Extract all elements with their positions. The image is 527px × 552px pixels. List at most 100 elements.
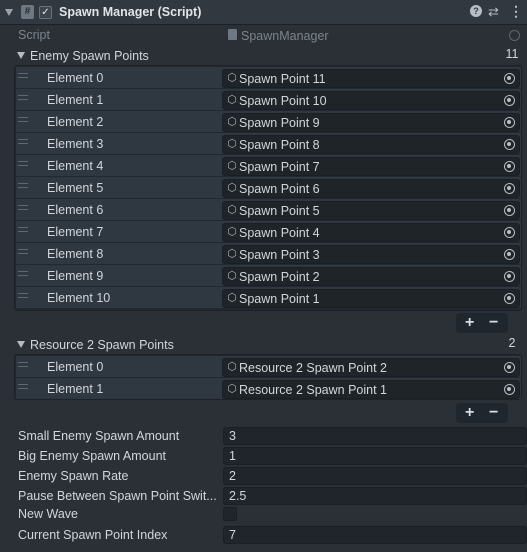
object-picker-icon[interactable]	[504, 249, 515, 260]
object-picker-icon[interactable]	[504, 73, 515, 84]
enemy-spawn-point-element-label: Element 9	[47, 269, 104, 283]
gameobject-cube-icon: ⬡	[227, 226, 237, 238]
gameobject-cube-icon: ⬡	[227, 383, 237, 395]
foldout-triangle-icon[interactable]	[17, 52, 25, 59]
resource2-spawn-point-element-label: Element 1	[47, 382, 104, 396]
enemy-spawn-point-element-label: Element 7	[47, 225, 104, 239]
drag-handle-icon[interactable]	[18, 271, 28, 276]
small-enemy-spawn-amount-label: Small Enemy Spawn Amount	[18, 429, 180, 443]
object-picker-icon[interactable]	[504, 293, 515, 304]
add-button[interactable]: +	[465, 404, 474, 422]
drag-handle-icon[interactable]	[18, 293, 28, 298]
new-wave-checkbox[interactable]	[223, 507, 237, 521]
enemy-spawn-point-object-field[interactable]: ⬡ Spawn Point 11	[222, 69, 520, 88]
enemy-spawn-point-element-label: Element 2	[47, 115, 104, 129]
drag-handle-icon[interactable]	[18, 161, 28, 166]
enemy-spawn-point-object-value: Spawn Point 1	[239, 292, 320, 306]
big-enemy-spawn-amount-value: 1	[229, 449, 236, 463]
script-file-icon	[228, 29, 237, 40]
object-picker-icon	[509, 30, 520, 41]
drag-handle-icon[interactable]	[18, 362, 28, 367]
object-picker-icon[interactable]	[504, 362, 515, 373]
enemy-spawn-rate-field[interactable]: 2	[223, 467, 527, 485]
object-picker-icon[interactable]	[504, 139, 515, 150]
resource2-spawn-point-object-value: Resource 2 Spawn Point 1	[239, 383, 388, 397]
enemy-spawn-point-element-label: Element 6	[47, 203, 104, 217]
foldout-triangle-icon[interactable]	[17, 341, 25, 348]
drag-handle-icon[interactable]	[18, 139, 28, 144]
drag-handle-icon[interactable]	[18, 73, 28, 78]
drag-handle-icon[interactable]	[18, 117, 28, 122]
enemy-spawn-point-object-field[interactable]: ⬡ Spawn Point 8	[222, 135, 520, 154]
enemy-spawn-point-object-value: Spawn Point 2	[239, 270, 320, 284]
enemy-spawn-point-object-field[interactable]: ⬡ Spawn Point 9	[222, 113, 520, 132]
component-title: Spawn Manager (Script)	[59, 5, 202, 19]
drag-handle-icon[interactable]	[18, 95, 28, 100]
object-picker-icon[interactable]	[504, 183, 515, 194]
expand-arrow-icon[interactable]	[5, 9, 13, 16]
drag-handle-icon[interactable]	[18, 227, 28, 232]
object-picker-icon[interactable]	[504, 205, 515, 216]
preset-sliders-icon[interactable]: ⇄	[488, 4, 499, 20]
enemy-spawn-point-object-value: Spawn Point 6	[239, 182, 320, 196]
enemy-spawn-point-object-field[interactable]: ⬡ Spawn Point 7	[222, 157, 520, 176]
current-spawn-point-index-field[interactable]: 7	[223, 526, 527, 544]
gameobject-cube-icon: ⬡	[227, 94, 237, 106]
enemy-spawn-point-object-value: Spawn Point 11	[239, 72, 326, 86]
drag-handle-icon[interactable]	[18, 205, 28, 210]
drag-handle-icon[interactable]	[18, 249, 28, 254]
object-picker-icon[interactable]	[504, 161, 515, 172]
enabled-checkbox-icon[interactable]: ✓	[39, 6, 52, 19]
enemy-spawn-points-count[interactable]: 11	[500, 47, 524, 64]
enemy-spawn-point-object-field[interactable]: ⬡ Spawn Point 1	[222, 289, 520, 308]
object-picker-icon[interactable]	[504, 227, 515, 238]
component-header[interactable]: # ✓ Spawn Manager (Script) ? ⇄ ⋮	[0, 0, 527, 25]
script-value: SpawnManager	[241, 29, 329, 43]
enemy-spawn-point-element-label: Element 10	[47, 291, 111, 305]
drag-handle-icon[interactable]	[18, 183, 28, 188]
add-button[interactable]: +	[465, 314, 474, 332]
script-label: Script	[18, 28, 50, 42]
object-picker-icon[interactable]	[504, 117, 515, 128]
enemy-spawn-rate-label: Enemy Spawn Rate	[18, 469, 129, 483]
help-icon[interactable]: ?	[470, 5, 482, 17]
small-enemy-spawn-amount-value: 3	[229, 429, 236, 443]
current-spawn-point-index-value: 7	[229, 528, 236, 542]
pause-between-spawn-point-field[interactable]: 2.5	[223, 487, 527, 505]
resource2-spawn-points-count[interactable]: 2	[500, 336, 524, 353]
resource2-spawn-point-element-label: Element 0	[47, 360, 104, 374]
enemy-spawn-point-object-field[interactable]: ⬡ Spawn Point 3	[222, 245, 520, 264]
pause-between-spawn-point-label: Pause Between Spawn Point Swit...	[18, 489, 217, 503]
script-file-icon: #	[21, 5, 34, 19]
script-field: SpawnManager	[223, 27, 527, 44]
remove-button[interactable]: −	[489, 314, 498, 332]
remove-button[interactable]: −	[489, 404, 498, 422]
enemy-spawn-point-object-value: Spawn Point 7	[239, 160, 320, 174]
drag-handle-icon[interactable]	[18, 384, 28, 389]
enemy-spawn-point-object-field[interactable]: ⬡ Spawn Point 2	[222, 267, 520, 286]
kebab-menu-icon[interactable]: ⋮	[509, 3, 523, 20]
enemy-spawn-point-element-label: Element 4	[47, 159, 104, 173]
enemy-spawn-point-object-field[interactable]: ⬡ Spawn Point 5	[222, 201, 520, 220]
resource2-spawn-point-object-field[interactable]: ⬡ Resource 2 Spawn Point 1	[222, 380, 520, 399]
enemy-spawn-points-label[interactable]: Enemy Spawn Points	[30, 48, 149, 64]
object-picker-icon[interactable]	[504, 384, 515, 395]
enemy-spawn-point-object-value: Spawn Point 10	[239, 94, 327, 108]
enemy-list-add-remove: + −	[456, 313, 508, 333]
enemy-spawn-point-element-label: Element 5	[47, 181, 104, 195]
enemy-spawn-point-object-field[interactable]: ⬡ Spawn Point 10	[222, 91, 520, 110]
enemy-spawn-point-object-field[interactable]: ⬡ Spawn Point 4	[222, 223, 520, 242]
object-picker-icon[interactable]	[504, 271, 515, 282]
big-enemy-spawn-amount-field[interactable]: 1	[223, 447, 527, 465]
gameobject-cube-icon: ⬡	[227, 248, 237, 260]
resource2-spawn-point-object-field[interactable]: ⬡ Resource 2 Spawn Point 2	[222, 358, 520, 377]
enemy-spawn-point-object-value: Spawn Point 8	[239, 138, 320, 152]
resource2-spawn-points-label[interactable]: Resource 2 Spawn Points	[30, 337, 174, 353]
small-enemy-spawn-amount-field[interactable]: 3	[223, 427, 527, 445]
object-picker-icon[interactable]	[504, 95, 515, 106]
enemy-spawn-rate-value: 2	[229, 469, 236, 483]
gameobject-cube-icon: ⬡	[227, 182, 237, 194]
enemy-spawn-point-object-field[interactable]: ⬡ Spawn Point 6	[222, 179, 520, 198]
gameobject-cube-icon: ⬡	[227, 361, 237, 373]
enemy-spawn-point-object-value: Spawn Point 4	[239, 226, 320, 240]
